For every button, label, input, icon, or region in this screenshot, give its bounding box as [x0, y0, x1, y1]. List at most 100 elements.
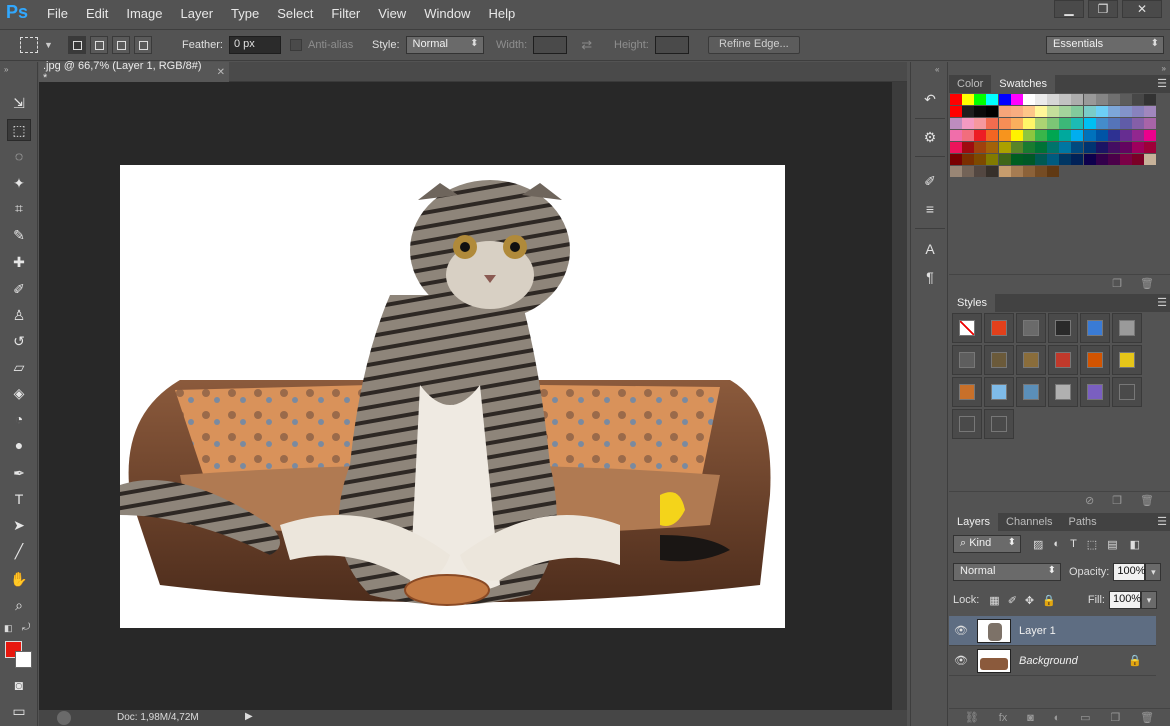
- swatch[interactable]: [950, 130, 962, 141]
- swatch[interactable]: [1083, 106, 1096, 117]
- swatch[interactable]: [974, 94, 987, 105]
- swatch[interactable]: [1095, 154, 1108, 165]
- minimize-button[interactable]: ▁: [1054, 0, 1084, 18]
- menu-image[interactable]: Image: [117, 6, 171, 21]
- style-empty-2[interactable]: [952, 409, 982, 439]
- type-filter-icon[interactable]: T: [1070, 538, 1077, 550]
- swatch[interactable]: [1107, 154, 1120, 165]
- swatch[interactable]: [1095, 94, 1108, 105]
- menu-file[interactable]: File: [38, 6, 77, 21]
- style-bevel-gray[interactable]: [952, 345, 982, 375]
- swatch[interactable]: [1119, 142, 1132, 153]
- swatch[interactable]: [962, 106, 975, 117]
- swatch[interactable]: [1144, 106, 1157, 117]
- move-tool-icon[interactable]: ⇲: [7, 92, 31, 114]
- swatch[interactable]: [998, 166, 1011, 177]
- status-info-icon[interactable]: [57, 711, 71, 725]
- swatch[interactable]: [1095, 142, 1108, 153]
- smart-object-filter-icon[interactable]: ▤: [1107, 538, 1117, 551]
- tab-channels[interactable]: Channels: [998, 513, 1060, 531]
- swatch[interactable]: [998, 94, 1011, 105]
- menu-select[interactable]: Select: [268, 6, 322, 21]
- swatch[interactable]: [1132, 106, 1145, 117]
- swatch[interactable]: [1132, 142, 1145, 153]
- swatch[interactable]: [1010, 118, 1023, 129]
- swatch[interactable]: [1107, 94, 1120, 105]
- swatch[interactable]: [962, 94, 975, 105]
- opacity-input[interactable]: 100%: [1113, 563, 1146, 581]
- shape-filter-icon[interactable]: ⬚: [1087, 538, 1097, 551]
- layer-row-background[interactable]: 👁 Background 🔒: [949, 646, 1156, 676]
- swatch[interactable]: [1022, 154, 1035, 165]
- swatch[interactable]: [1132, 94, 1145, 105]
- style-red-glass[interactable]: [1048, 345, 1078, 375]
- style-yellow[interactable]: [1112, 345, 1142, 375]
- swatch[interactable]: [1047, 166, 1060, 177]
- lock-pixels-icon[interactable]: ✐: [1008, 594, 1017, 607]
- new-layer-icon[interactable]: ❐: [1110, 711, 1120, 724]
- swatch[interactable]: [950, 118, 962, 129]
- subtract-selection-button[interactable]: [112, 36, 130, 54]
- swatch[interactable]: [1022, 118, 1035, 129]
- swatch[interactable]: [1144, 142, 1157, 153]
- height-input[interactable]: [654, 36, 689, 54]
- adjustment-filter-icon[interactable]: ◐: [1053, 538, 1060, 550]
- swatch[interactable]: [1034, 106, 1047, 117]
- vertical-scrollbar[interactable]: [892, 82, 907, 710]
- swatch[interactable]: [1047, 154, 1060, 165]
- swatch[interactable]: [1144, 154, 1157, 165]
- swatch[interactable]: [1095, 106, 1108, 117]
- marquee-tool-icon[interactable]: ⬚: [7, 119, 31, 141]
- eraser-tool-icon[interactable]: ▱: [7, 356, 31, 378]
- menu-layer[interactable]: Layer: [172, 6, 223, 21]
- clear-style-icon[interactable]: ⊘: [1085, 494, 1094, 507]
- swatch[interactable]: [1022, 94, 1035, 105]
- layer-name[interactable]: Layer 1: [1019, 625, 1056, 637]
- swatch[interactable]: [1107, 118, 1120, 129]
- swatch[interactable]: [1119, 154, 1132, 165]
- visibility-eye-icon[interactable]: 👁: [949, 624, 973, 637]
- swatch[interactable]: [1119, 118, 1132, 129]
- tab-layers[interactable]: Layers: [949, 513, 999, 531]
- document-tab[interactable]: .jpg @ 66,7% (Layer 1, RGB/8#) * ✕: [39, 60, 229, 84]
- swatch[interactable]: [986, 154, 999, 165]
- swatch[interactable]: [1083, 118, 1096, 129]
- style-orange-bevel[interactable]: [952, 377, 982, 407]
- expand-dock-icon[interactable]: «: [935, 65, 939, 74]
- swatch[interactable]: [950, 154, 962, 165]
- canvas-area[interactable]: [39, 82, 892, 710]
- status-menu-arrow-icon[interactable]: ▶: [245, 711, 253, 722]
- menu-filter[interactable]: Filter: [322, 6, 369, 21]
- menu-window[interactable]: Window: [415, 6, 479, 21]
- style-frame[interactable]: [1016, 313, 1046, 343]
- swatch[interactable]: [950, 106, 962, 117]
- adjustment-layer-icon[interactable]: ◐: [1054, 712, 1061, 724]
- style-empty-1[interactable]: [1112, 377, 1142, 407]
- swatch[interactable]: [1132, 154, 1145, 165]
- panel-menu-icon[interactable]: ☰: [1157, 296, 1167, 309]
- swatch[interactable]: [1059, 130, 1072, 141]
- swatch[interactable]: [1047, 94, 1060, 105]
- quick-mask-icon[interactable]: ◙: [7, 674, 31, 696]
- pixel-filter-icon[interactable]: ▨: [1033, 538, 1043, 551]
- path-selection-tool-icon[interactable]: ➤: [7, 514, 31, 536]
- swatch[interactable]: [1034, 130, 1047, 141]
- swatch[interactable]: [1107, 130, 1120, 141]
- lock-position-icon[interactable]: ✥: [1025, 594, 1034, 607]
- new-group-icon[interactable]: ▭: [1080, 711, 1090, 724]
- swatch[interactable]: [962, 154, 975, 165]
- collapse-icon[interactable]: »: [4, 65, 8, 74]
- swatch[interactable]: [1071, 118, 1084, 129]
- properties-panel-icon[interactable]: ⚙: [919, 126, 941, 148]
- menu-type[interactable]: Type: [222, 6, 268, 21]
- swatch[interactable]: [1047, 118, 1060, 129]
- swatch[interactable]: [1071, 142, 1084, 153]
- blend-mode-select[interactable]: Normal: [953, 563, 1061, 581]
- brush-panel-icon[interactable]: ✐: [919, 170, 941, 192]
- swatch[interactable]: [1059, 118, 1072, 129]
- pen-tool-icon[interactable]: ✒: [7, 462, 31, 484]
- menu-view[interactable]: View: [369, 6, 415, 21]
- style-sunset[interactable]: [1016, 377, 1046, 407]
- swatch[interactable]: [1083, 142, 1096, 153]
- swatch[interactable]: [998, 106, 1011, 117]
